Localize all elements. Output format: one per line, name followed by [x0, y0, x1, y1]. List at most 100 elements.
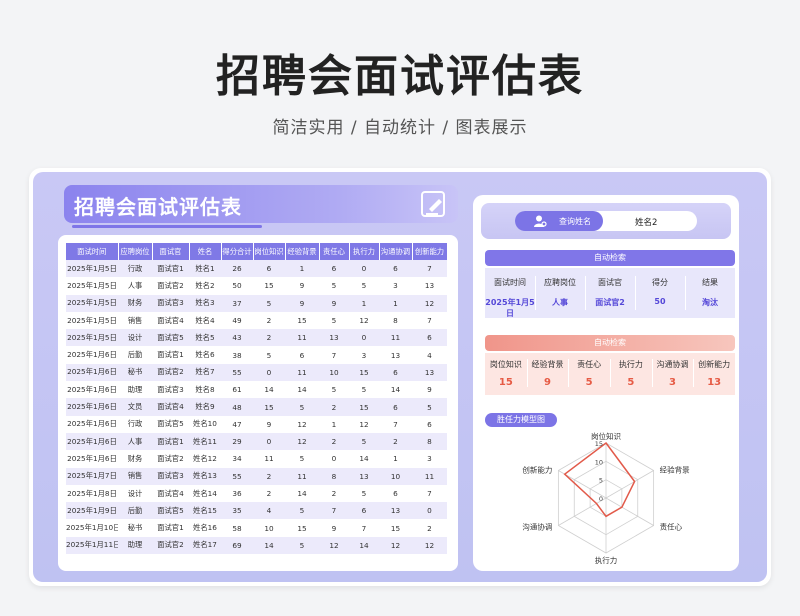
table-cell: 43 [221, 329, 253, 347]
table-cell: 2025年1月6日 [66, 346, 118, 364]
table-cell: 26 [221, 260, 253, 278]
table-cell: 35 [221, 502, 253, 520]
table-cell: 13 [379, 346, 412, 364]
table-cell: 5 [319, 381, 349, 399]
score-value: 3 [669, 377, 676, 388]
table-row[interactable]: 2025年1月6日 财务 面试官2 姓名12 34 11 5 0 14 1 3 [66, 450, 447, 468]
table-cell: 姓名17 [189, 536, 221, 555]
table-cell: 6 [253, 260, 285, 278]
table-row[interactable]: 2025年1月8日 设计 面试官4 姓名14 36 2 14 2 5 6 7 [66, 484, 447, 503]
table-cell: 2025年1月6日 [66, 363, 118, 382]
person-search-icon [534, 215, 547, 227]
table-body: 2025年1月5日 行政 面试官1 姓名1 26 6 1 6 0 6 7 2025年1月5日 人事 面试官… [66, 260, 447, 555]
score-cell: 经验背景 9 [527, 353, 569, 395]
table-cell: 2025年1月11日 [66, 536, 118, 555]
table-cell: 36 [221, 484, 253, 503]
table-row[interactable]: 2025年1月6日 后勤 面试官1 姓名6 38 5 6 7 3 13 4 [66, 346, 447, 364]
table-cell: 7 [412, 484, 447, 503]
cell-divider [685, 276, 686, 310]
score-key: 责任心 [577, 360, 602, 369]
score-value: 9 [544, 377, 551, 388]
table-row[interactable]: 2025年1月6日 文员 面试官4 姓名9 48 15 5 2 15 6 5 [66, 398, 447, 416]
table-cell: 13 [412, 363, 447, 382]
table-row[interactable]: 2025年1月5日 行政 面试官1 姓名1 26 6 1 6 0 6 7 [66, 260, 447, 278]
table-cell: 2025年1月5日 [66, 294, 118, 312]
table-cell: 面试官1 [152, 519, 189, 537]
table-cell: 29 [221, 432, 253, 451]
table-cell: 9 [253, 415, 285, 433]
table-row[interactable]: 2025年1月11日 助理 面试官2 姓名17 69 14 5 12 14 12 12 [66, 536, 447, 555]
table-cell: 姓名2 [189, 277, 221, 295]
table-cell: 面试官4 [152, 311, 189, 330]
table-cell: 6 [379, 363, 412, 382]
table-row[interactable]: 2025年1月5日 销售 面试官4 姓名4 49 2 15 5 12 8 7 [66, 311, 447, 330]
table-cell: 15 [349, 363, 379, 382]
table-cell: 1 [379, 294, 412, 312]
score-key: 执行力 [618, 360, 643, 369]
search-bar: 查询姓名 姓名2 [481, 203, 731, 239]
table-cell: 1 [379, 450, 412, 468]
cell-divider [635, 276, 636, 310]
table-cell: 8 [319, 467, 349, 485]
table-cell: 12 [379, 536, 412, 555]
table-cell: 6 [379, 484, 412, 503]
interview-table-panel: 面试时间 应聘岗位 面试官 姓名 得分合计 岗位知识 经验背景 责任心 执行力 沟通协调 创新能力 … [58, 235, 458, 571]
table-cell: 5 [349, 432, 379, 451]
table-cell: 后勤 [118, 502, 152, 520]
table-cell: 姓名10 [189, 415, 221, 433]
table-cell: 12 [412, 536, 447, 555]
column-header: 岗位知识 [253, 243, 286, 260]
table-row[interactable]: 2025年1月5日 人事 面试官2 姓名2 50 15 9 5 5 3 13 [66, 277, 447, 295]
table-cell: 1 [285, 260, 319, 278]
table-cell: 人事 [118, 432, 152, 451]
table-cell: 面试官2 [152, 363, 189, 382]
table-cell: 9 [285, 277, 319, 295]
table-row[interactable]: 2025年1月6日 助理 面试官3 姓名8 61 14 14 5 5 14 9 [66, 381, 447, 399]
table-row[interactable]: 2025年1月6日 秘书 面试官2 姓名7 55 0 11 10 15 6 13 [66, 363, 447, 382]
table-cell: 9 [412, 381, 447, 399]
table-cell: 面试官2 [152, 536, 189, 555]
column-header: 面试官 [152, 243, 190, 260]
table-cell: 8 [379, 311, 412, 330]
cell-divider [610, 359, 611, 387]
table-row[interactable]: 2025年1月9日 后勤 面试官5 姓名15 35 4 5 7 6 13 0 [66, 502, 447, 520]
table-cell: 2 [253, 484, 285, 503]
score-value: 15 [498, 377, 513, 388]
table-cell: 面试官4 [152, 398, 189, 416]
table-cell: 秘书 [118, 519, 152, 537]
table-cell: 5 [285, 502, 319, 520]
table-cell: 5 [349, 277, 379, 295]
table-cell: 2025年1月6日 [66, 398, 118, 416]
table-cell: 2 [412, 519, 447, 537]
table-cell: 人事 [118, 277, 152, 295]
table-cell: 14 [285, 484, 319, 503]
cell-divider [535, 276, 536, 310]
table-cell: 11 [379, 329, 412, 347]
table-cell: 11 [285, 467, 319, 485]
info-value: 淘汰 [702, 298, 718, 307]
document-edit-icon [421, 191, 445, 217]
search-name-value[interactable]: 姓名2 [635, 216, 657, 228]
cell-divider [568, 359, 570, 387]
table-row[interactable]: 2025年1月10日 秘书 面试官1 姓名16 58 10 15 9 7 15 2 [66, 519, 447, 537]
table-cell: 姓名9 [189, 398, 221, 416]
table-cell: 0 [349, 329, 379, 347]
table-cell: 行政 [118, 260, 152, 278]
table-row[interactable]: 2025年1月6日 行政 面试官5 姓名10 47 9 12 1 12 7 6 [66, 415, 447, 433]
info-cell: 结果 淘汰 [685, 268, 735, 318]
table-row[interactable]: 2025年1月5日 财务 面试官3 姓名3 37 5 9 9 1 1 12 [66, 294, 447, 312]
table-cell: 2025年1月5日 [66, 277, 118, 295]
table-cell: 13 [412, 277, 447, 295]
table-row[interactable]: 2025年1月5日 设计 面试官5 姓名5 43 2 11 13 0 11 6 [66, 329, 447, 347]
column-header: 创新能力 [412, 243, 448, 260]
table-cell: 2 [253, 467, 285, 485]
table-cell: 2 [319, 484, 349, 503]
table-row[interactable]: 2025年1月6日 人事 面试官1 姓名11 29 0 12 2 5 2 8 [66, 432, 447, 451]
table-cell: 姓名12 [189, 450, 221, 468]
table-cell: 姓名5 [189, 329, 221, 347]
table-cell: 14 [349, 536, 379, 555]
table-cell: 13 [349, 467, 379, 485]
table-cell: 姓名16 [189, 519, 221, 537]
table-row[interactable]: 2025年1月7日 销售 面试官3 姓名13 55 2 11 8 13 10 11 [66, 467, 447, 485]
search-pill[interactable]: 查询姓名 姓名2 [515, 211, 697, 231]
